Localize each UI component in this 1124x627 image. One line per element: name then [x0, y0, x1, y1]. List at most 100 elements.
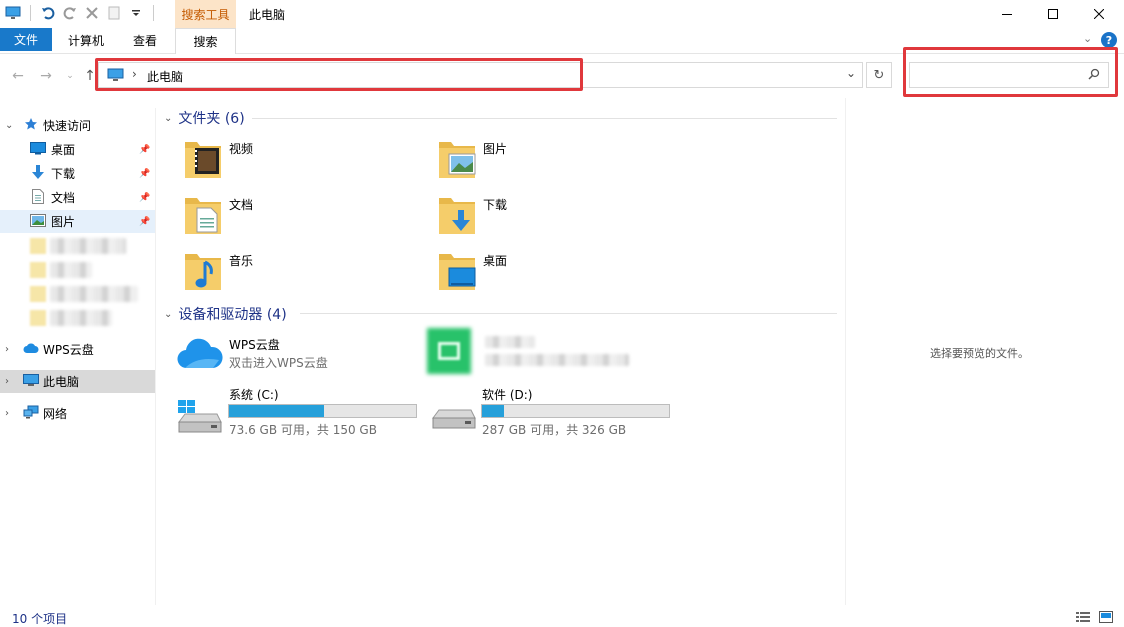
maximize-button[interactable] — [1030, 0, 1076, 28]
collapsed-chevron-icon[interactable]: › — [5, 376, 9, 387]
nav-label: 快速访问 — [43, 119, 92, 133]
nav-this-pc[interactable]: › 此电脑 — [0, 370, 155, 393]
wps-cloud-tile[interactable] — [177, 334, 223, 370]
redacted-folder-icon — [30, 262, 46, 278]
collapsed-chevron-icon[interactable]: › — [5, 344, 9, 355]
nav-network[interactable]: › 网络 — [0, 402, 155, 425]
wps-cloud-subtitle: 双击进入WPS云盘 — [229, 356, 328, 370]
computer-icon[interactable] — [4, 4, 22, 22]
folder-label: 文档 — [229, 198, 254, 212]
folder-pictures[interactable]: 图片 — [437, 138, 507, 180]
delete-icon[interactable] — [83, 4, 101, 22]
redo-icon[interactable] — [61, 4, 79, 22]
search-input[interactable] — [914, 66, 1084, 84]
devices-group-header[interactable]: ⌄ 设备和驱动器 (4) — [164, 304, 287, 324]
ribbon-collapse-icon[interactable]: ⌄ — [1083, 32, 1092, 45]
download-icon — [31, 164, 45, 183]
toolbar-divider — [30, 5, 31, 21]
tab-file[interactable]: 文件 — [0, 28, 52, 51]
nav-item-pictures[interactable]: 图片 📌 — [0, 210, 155, 233]
content-area: ⌄ 文件夹 (6) 视频 图片 文档 下载 音乐 桌面 ⌄ 设备和驱动器 (4)… — [157, 98, 845, 605]
folder-label: 图片 — [483, 142, 508, 156]
star-icon — [24, 117, 38, 134]
large-icons-view-icon[interactable] — [1099, 611, 1113, 623]
nav-item-desktop[interactable]: 桌面 📌 — [0, 138, 155, 161]
folder-videos[interactable]: 视频 — [183, 138, 253, 180]
undo-icon[interactable] — [39, 4, 57, 22]
redacted-nav-item[interactable] — [50, 238, 126, 254]
drive-d-usage-text: 287 GB 可用，共 326 GB — [482, 423, 627, 437]
drive-c-tile[interactable] — [177, 400, 223, 434]
recent-locations-chevron-icon[interactable]: ⌄ — [62, 68, 78, 84]
folder-label: 桌面 — [483, 254, 508, 268]
details-view-icon[interactable] — [1076, 611, 1090, 623]
picture-folder-icon — [439, 142, 476, 178]
nav-label: 网络 — [43, 407, 68, 421]
folder-music[interactable]: 音乐 — [183, 250, 253, 292]
tab-search[interactable]: 搜索 — [175, 28, 236, 54]
preview-pane: 选择要预览的文件。 — [845, 98, 1124, 605]
redacted-nav-item[interactable] — [50, 286, 138, 302]
breadcrumb-separator-icon[interactable]: › — [132, 67, 137, 81]
navigation-pane: ⌄ 快速访问 桌面 📌 下载 📌 文档 📌 图片 📌 › WPS云盘 › 此电脑… — [0, 108, 156, 605]
collapsed-chevron-icon[interactable]: › — [5, 408, 9, 419]
address-dropdown-icon[interactable]: ⌄ — [846, 66, 856, 80]
forward-button[interactable]: → — [38, 68, 54, 84]
redacted-device-name[interactable] — [485, 336, 535, 348]
pin-icon[interactable]: 📌 — [139, 145, 150, 155]
refresh-button[interactable]: ↻ — [866, 62, 892, 88]
pin-icon[interactable]: 📌 — [139, 217, 150, 227]
folders-group-header[interactable]: ⌄ 文件夹 (6) — [164, 108, 245, 128]
back-button[interactable]: ← — [10, 68, 26, 84]
help-icon[interactable]: ? — [1101, 32, 1117, 48]
address-bar[interactable]: › 此电脑 ⌄ — [98, 62, 863, 88]
search-box[interactable] — [909, 62, 1109, 88]
customize-toolbar-icon[interactable] — [127, 4, 145, 22]
redacted-device-icon-inner — [438, 342, 460, 360]
close-button[interactable] — [1076, 0, 1122, 28]
wps-cloud-name: WPS云盘 — [229, 338, 280, 352]
search-icon[interactable] — [1088, 68, 1100, 83]
drive-d-usage-fill — [482, 405, 505, 417]
nav-item-documents[interactable]: 文档 📌 — [0, 186, 155, 209]
properties-icon[interactable] — [105, 4, 123, 22]
desktop-icon — [30, 141, 46, 158]
nav-item-downloads[interactable]: 下载 📌 — [0, 162, 155, 185]
drive-c-name: 系统 (C:) — [229, 388, 279, 402]
minimize-button[interactable] — [984, 0, 1030, 28]
wps-cloud-icon — [177, 338, 223, 369]
drive-c-usage-fill — [229, 405, 325, 417]
folder-documents[interactable]: 文档 — [183, 194, 253, 236]
tab-computer[interactable]: 计算机 — [58, 28, 114, 52]
pin-icon[interactable]: 📌 — [139, 169, 150, 179]
drive-icon — [432, 409, 476, 429]
redacted-folder-icon — [30, 238, 46, 254]
expanded-chevron-icon[interactable]: ⌄ — [5, 120, 13, 131]
picture-icon — [30, 213, 46, 230]
pin-icon[interactable]: 📌 — [139, 193, 150, 203]
redacted-folder-icon — [30, 286, 46, 302]
computer-icon — [23, 373, 39, 390]
drive-c-usage-bar — [228, 404, 417, 418]
network-icon — [23, 405, 39, 422]
nav-wps-cloud[interactable]: › WPS云盘 — [0, 338, 155, 361]
up-button[interactable]: ↑ — [82, 68, 98, 84]
drive-d-usage-bar — [481, 404, 670, 418]
drive-d-tile[interactable] — [431, 406, 477, 432]
folder-downloads[interactable]: 下载 — [437, 194, 507, 236]
group-title: 设备和驱动器 (4) — [178, 307, 287, 323]
redacted-nav-item[interactable] — [50, 310, 112, 326]
download-folder-icon — [439, 198, 475, 234]
tab-view[interactable]: 查看 — [122, 28, 168, 52]
breadcrumb-this-pc[interactable]: 此电脑 — [147, 68, 183, 85]
window-title: 此电脑 — [249, 8, 286, 22]
nav-label: 文档 — [51, 191, 76, 205]
ribbon-tab-bar: 文件 计算机 查看 搜索 ⌄ ? — [0, 28, 1124, 54]
redacted-nav-item[interactable] — [50, 262, 92, 278]
video-folder-icon — [185, 142, 221, 178]
redacted-device-subtitle — [485, 354, 629, 366]
document-icon — [32, 188, 44, 207]
redacted-folder-icon — [30, 310, 46, 326]
folder-desktop[interactable]: 桌面 — [437, 250, 507, 292]
nav-quick-access[interactable]: ⌄ 快速访问 — [0, 114, 155, 137]
